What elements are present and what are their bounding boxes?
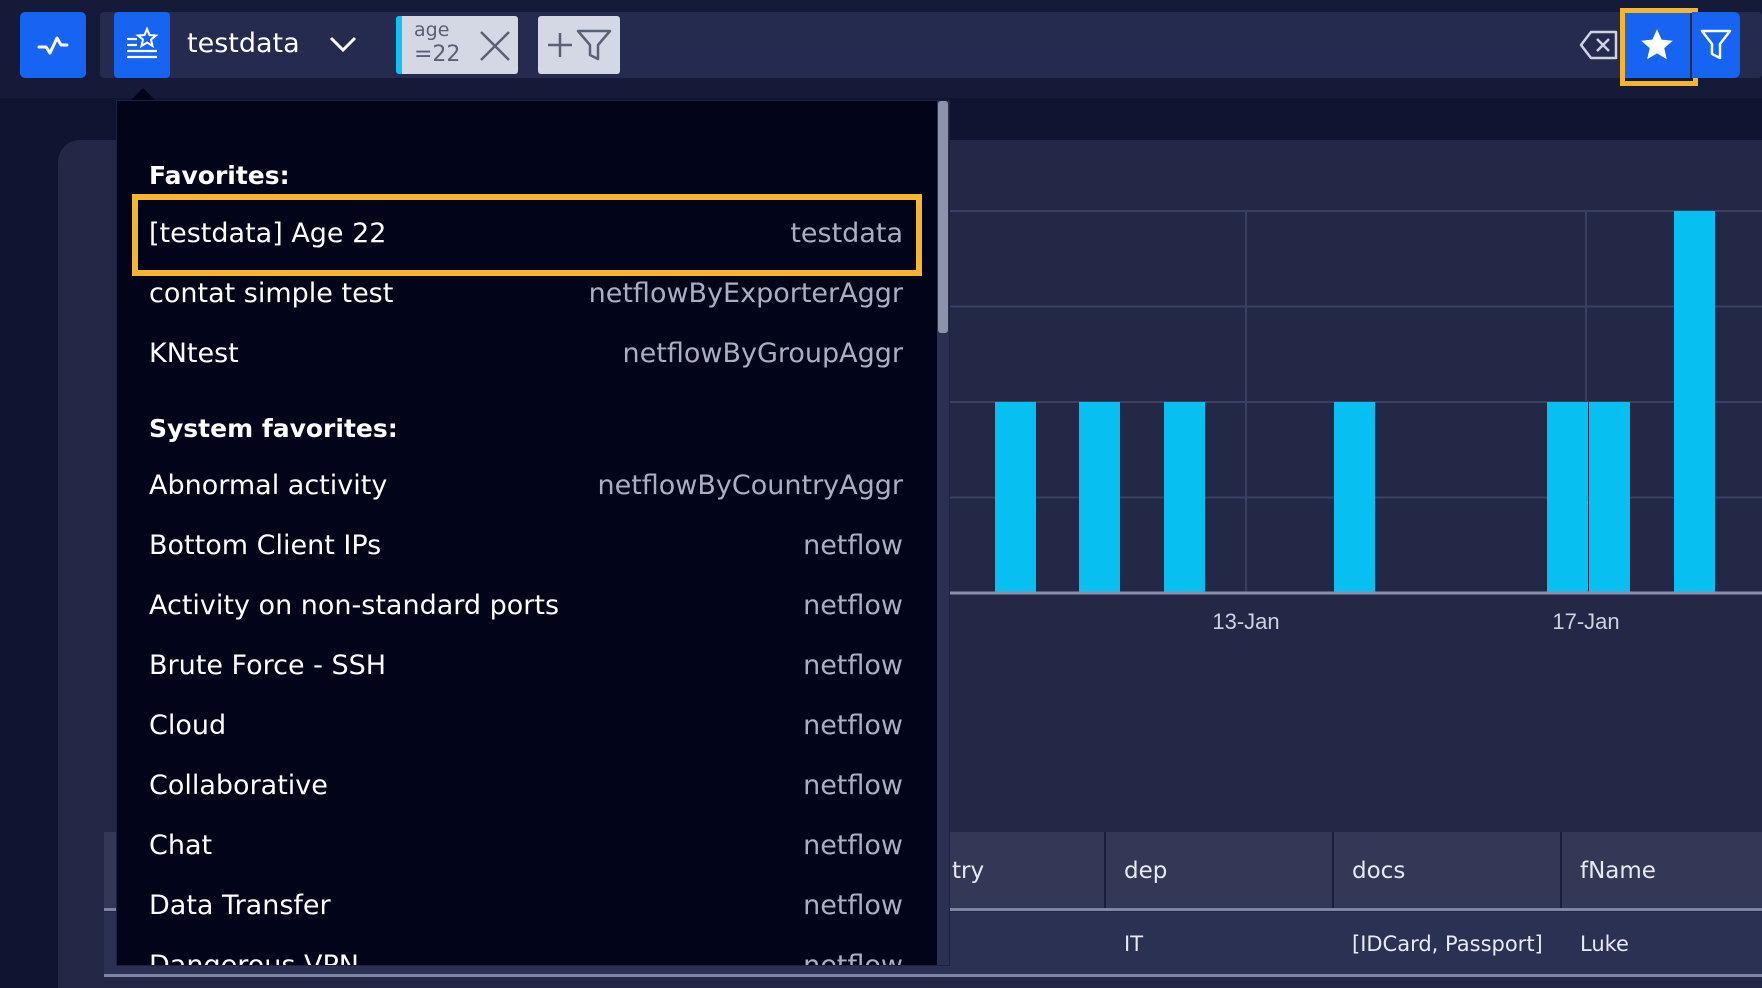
bar [995, 402, 1036, 593]
favorites-section-title: Favorites: [149, 161, 290, 190]
system-favorite-item-name: Bottom Client IPs [149, 530, 382, 561]
dropdown-scrollbar[interactable] [937, 101, 949, 965]
system-favorite-item[interactable]: Cloud netflow [131, 696, 919, 756]
favorite-item-source: netflowByExporterAggr [588, 278, 903, 309]
system-favorite-item[interactable]: Chat netflow [131, 816, 919, 876]
favorite-item-name: contat simple test [149, 278, 394, 309]
system-favorite-item-name: Abnormal activity [149, 470, 388, 501]
column-header-docs[interactable]: docs [1352, 832, 1405, 910]
system-favorite-item[interactable]: Bottom Client IPs netflow [131, 516, 919, 576]
system-favorite-item-name: Dangerous VPN [149, 950, 359, 966]
system-favorite-item-source: netflow [803, 710, 903, 741]
system-favorite-item-name: Activity on non-standard ports [149, 590, 560, 621]
favorite-item-source: netflowByGroupAggr [622, 338, 903, 369]
system-favorites-section-title: System favorites: [149, 414, 398, 443]
bar [1334, 402, 1375, 593]
system-favorite-item-name: Brute Force - SSH [149, 650, 387, 681]
bar [1547, 402, 1588, 593]
system-favorite-item-source: netflow [803, 590, 903, 621]
table-cell: Luke [1580, 932, 1629, 956]
system-favorite-item-source: netflowByCountryAggr [597, 470, 903, 501]
favorite-item-name: KNtest [149, 338, 239, 369]
system-favorite-item-source: netflow [803, 950, 903, 966]
column-header-try[interactable]: try [952, 832, 984, 910]
column-header-dep[interactable]: dep [1124, 832, 1167, 910]
column-header-fname[interactable]: fName [1580, 832, 1656, 910]
table-cell: [IDCard, Passport] [1352, 932, 1543, 956]
system-favorite-item[interactable]: Brute Force - SSH netflow [131, 636, 919, 696]
row-underline [104, 974, 1762, 977]
system-favorite-item-name: Cloud [149, 710, 227, 741]
system-favorite-item-source: netflow [803, 770, 903, 801]
system-favorite-item[interactable]: Abnormal activity netflowByCountryAggr [131, 456, 919, 516]
favorite-item[interactable]: KNtest netflowByGroupAggr [131, 324, 919, 384]
system-favorite-item-source: netflow [803, 650, 903, 681]
system-favorite-item-name: Collaborative [149, 770, 328, 801]
system-favorite-item-source: netflow [803, 830, 903, 861]
bar [1164, 402, 1205, 593]
column-divider [1104, 832, 1106, 910]
system-favorite-item-source: netflow [803, 530, 903, 561]
favorite-item-highlight [132, 194, 922, 276]
bar [1079, 402, 1120, 593]
x-tick-label: 13-Jan [1212, 609, 1279, 634]
column-divider [1332, 832, 1334, 910]
table-cell: IT [1124, 932, 1144, 956]
system-favorite-item[interactable]: Data Transfer netflow [131, 876, 919, 936]
system-favorite-item-name: Data Transfer [149, 890, 331, 921]
bar [1589, 402, 1630, 593]
system-favorite-item[interactable]: Activity on non-standard ports netflow [131, 576, 919, 636]
system-favorite-item[interactable]: Collaborative netflow [131, 756, 919, 816]
system-favorite-item-source: netflow [803, 890, 903, 921]
bar [1674, 211, 1715, 593]
system-favorite-item-name: Chat [149, 830, 213, 861]
column-divider [1560, 832, 1562, 910]
x-tick-label: 17-Jan [1552, 609, 1619, 634]
system-favorite-item[interactable]: Dangerous VPN netflow [131, 936, 919, 966]
dropdown-scrollbar-thumb[interactable] [938, 101, 948, 333]
